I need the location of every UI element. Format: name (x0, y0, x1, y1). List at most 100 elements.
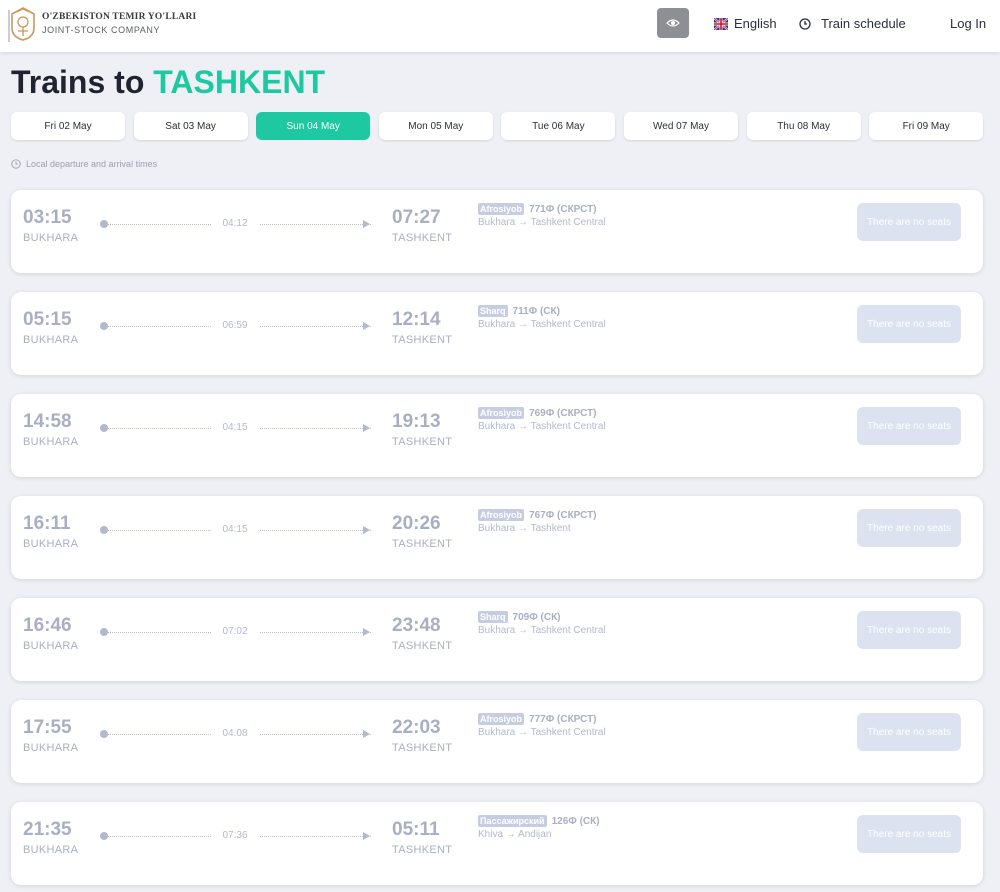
train-route: Bukhara → Tashkent Central (478, 625, 606, 636)
no-seats-button[interactable]: There are no seats (857, 815, 961, 853)
arrow-icon (363, 832, 370, 840)
train-number: 711Ф (СК) (512, 305, 560, 317)
travel-duration: 07:36 (211, 830, 259, 841)
date-tab[interactable]: Fri 02 May (11, 112, 125, 140)
language-label: English (734, 16, 777, 31)
language-selector[interactable]: English (714, 16, 777, 31)
arrow-icon (363, 424, 370, 432)
train-route: Bukhara → Tashkent (478, 523, 571, 534)
local-time-note: Local departure and arrival times (11, 159, 157, 169)
train-card[interactable]: 17:55 BUKHARA 04:08 22:03 TASHKENT Afrosiyob 7… (11, 700, 983, 783)
train-number: 767Ф (СКРСТ) (529, 509, 597, 521)
departure-time: 16:46 (23, 615, 72, 636)
departure-city: BUKHARA (23, 640, 79, 652)
train-card[interactable]: 21:35 BUKHARA 07:36 05:11 TASHKENT Пассажирск… (11, 802, 983, 885)
origin-dot (100, 526, 108, 534)
arrival-city: TASHKENT (392, 538, 453, 550)
departure-city: BUKHARA (23, 436, 79, 448)
clock-icon (11, 159, 21, 169)
railway-logo-icon[interactable] (10, 6, 36, 42)
origin-dot (100, 730, 108, 738)
departure-time: 03:15 (23, 207, 72, 228)
departure-city: BUKHARA (23, 742, 79, 754)
train-card[interactable]: 16:46 BUKHARA 07:02 23:48 TASHKENT Sharq 709Ф … (11, 598, 983, 681)
train-info: Sharq 711Ф (СК) (478, 305, 560, 317)
arrival-time: 12:14 (392, 309, 441, 330)
origin-dot (100, 832, 108, 840)
train-info: Afrosiyob 769Ф (СКРСТ) (478, 407, 597, 419)
departure-time: 05:15 (23, 309, 72, 330)
origin-dot (100, 628, 108, 636)
train-number: 709Ф (СК) (512, 611, 561, 623)
travel-duration: 07:02 (211, 626, 259, 637)
brand-name[interactable]: O'ZBEKISTON TEMIR YO'LLARI (42, 12, 196, 22)
train-info: Afrosiyob 767Ф (СКРСТ) (478, 509, 597, 521)
train-info: Sharq 709Ф (СК) (478, 611, 561, 623)
arrow-icon (363, 730, 370, 738)
arrow-icon (363, 322, 370, 330)
origin-dot (100, 424, 108, 432)
schedule-label: Train schedule (821, 16, 906, 31)
date-tab[interactable]: Fri 09 May (869, 112, 984, 140)
train-brand-badge: Afrosiyob (478, 509, 525, 521)
date-tab[interactable]: Tue 06 May (501, 112, 616, 140)
accessibility-button[interactable] (657, 8, 689, 38)
arrival-time: 05:11 (392, 819, 440, 840)
arrow-icon (363, 628, 370, 636)
departure-city: BUKHARA (23, 232, 79, 244)
train-info: Afrosiyob 777Ф (СКРСТ) (478, 713, 597, 725)
no-seats-button[interactable]: There are no seats (857, 611, 961, 649)
date-tab[interactable]: Sun 04 May (256, 112, 371, 140)
arrow-icon (363, 526, 370, 534)
departure-time: 14:58 (23, 411, 72, 432)
no-seats-button[interactable]: There are no seats (857, 407, 961, 445)
date-tab[interactable]: Wed 07 May (624, 112, 738, 140)
departure-city: BUKHARA (23, 844, 79, 856)
date-tab[interactable]: Mon 05 May (378, 112, 493, 140)
train-route: Khiva → Andijan (478, 829, 552, 840)
date-tabs: Fri 02 May Sat 03 May Sun 04 May Mon 05 May… (11, 112, 984, 140)
title-prefix: Trains to (11, 64, 145, 100)
train-card[interactable]: 05:15 BUKHARA 06:59 12:14 TASHKENT Sharq 711Ф … (11, 292, 983, 375)
departure-city: BUKHARA (23, 538, 79, 550)
arrival-city: TASHKENT (392, 640, 453, 652)
note-text: Local departure and arrival times (26, 159, 158, 169)
train-schedule-link[interactable]: Train schedule (799, 16, 906, 31)
arrival-time: 19:13 (392, 411, 441, 432)
train-brand-badge: Sharq (478, 305, 508, 317)
date-tab[interactable]: Thu 08 May (746, 112, 861, 140)
departure-time: 17:55 (23, 717, 72, 738)
train-info: Afrosiyob 771Ф (СКРСТ) (478, 203, 597, 215)
train-brand-badge: Пассажирский (478, 815, 547, 827)
no-seats-button[interactable]: There are no seats (857, 203, 961, 241)
arrival-city: TASHKENT (392, 436, 453, 448)
no-seats-button[interactable]: There are no seats (857, 509, 961, 547)
login-link[interactable]: Log In (950, 16, 986, 31)
departure-time: 16:11 (23, 513, 71, 534)
arrival-time: 22:03 (392, 717, 441, 738)
train-card[interactable]: 14:58 BUKHARA 04:15 19:13 TASHKENT Afrosiyob 7… (11, 394, 983, 477)
departure-time: 21:35 (23, 819, 72, 840)
train-card[interactable]: 16:11 BUKHARA 04:15 20:26 TASHKENT Afrosiyob 7… (11, 496, 983, 579)
train-route: Bukhara → Tashkent Central (478, 319, 606, 330)
travel-duration: 04:08 (211, 728, 259, 739)
date-tab[interactable]: Sat 03 May (133, 112, 248, 140)
train-card[interactable]: 03:15 BUKHARA 04:12 07:27 TASHKENT Afrosiyob 7… (11, 190, 983, 273)
travel-duration: 04:12 (211, 218, 259, 229)
no-seats-button[interactable]: There are no seats (857, 713, 961, 751)
arrival-city: TASHKENT (392, 334, 453, 346)
logo-divider (8, 10, 10, 42)
arrival-city: TASHKENT (392, 232, 453, 244)
page-title: Trains to TASHKENT (11, 64, 325, 101)
departure-city: BUKHARA (23, 334, 79, 346)
train-route: Bukhara → Tashkent Central (478, 217, 606, 228)
travel-duration: 04:15 (211, 422, 259, 433)
train-route: Bukhara → Tashkent Central (478, 421, 606, 432)
origin-dot (100, 322, 108, 330)
arrival-time: 07:27 (392, 207, 441, 228)
arrival-time: 20:26 (392, 513, 441, 534)
train-brand-badge: Afrosiyob (478, 713, 525, 725)
train-brand-badge: Afrosiyob (478, 407, 525, 419)
no-seats-button[interactable]: There are no seats (857, 305, 961, 343)
clock-icon (799, 17, 811, 30)
